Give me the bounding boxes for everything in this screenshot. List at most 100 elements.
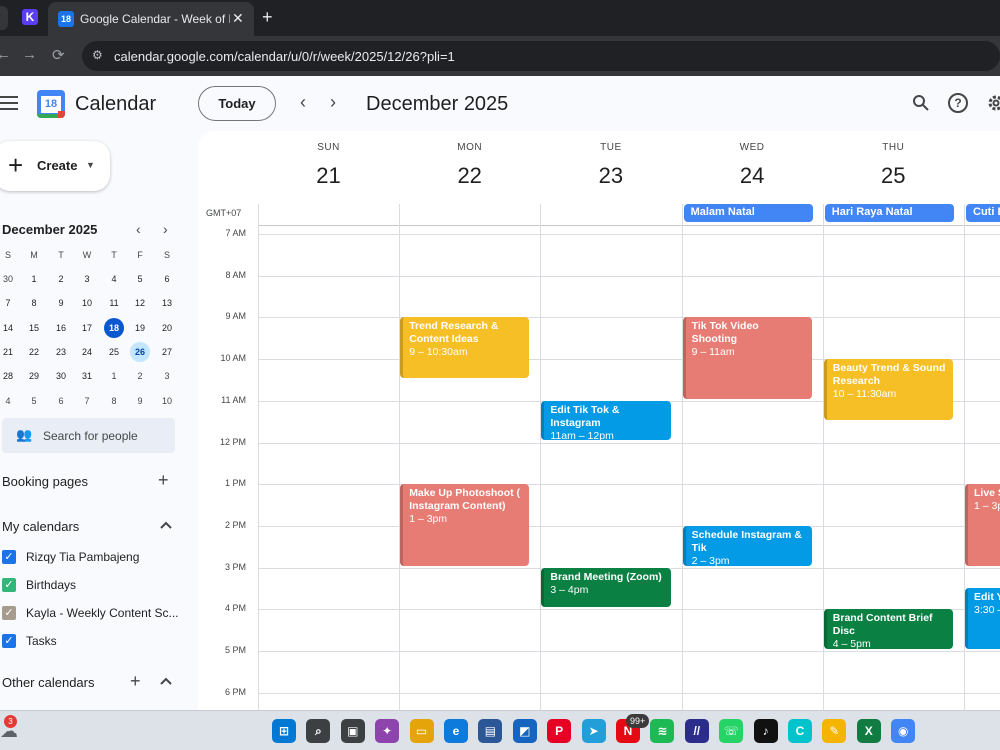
- mini-next-month-icon[interactable]: ›: [163, 221, 168, 237]
- site-settings-icon[interactable]: ⚙: [92, 48, 103, 62]
- calendar-event[interactable]: Make Up Photoshoot ( Instagram Content) 1…: [400, 484, 530, 566]
- calendar-event[interactable]: Beauty Trend & Sound Research 10 – 11:30a…: [823, 359, 953, 420]
- mini-calendar-day[interactable]: 11: [104, 293, 124, 313]
- mini-calendar-day[interactable]: 19: [130, 318, 150, 338]
- mini-calendar-day[interactable]: 31: [77, 366, 97, 386]
- mini-calendar-day[interactable]: 21: [0, 342, 18, 362]
- calendar-event[interactable]: Tik Tok Video Shooting 9 – 11am: [682, 317, 812, 399]
- day-number[interactable]: 23: [540, 163, 681, 189]
- mini-calendar-day[interactable]: 30: [51, 366, 71, 386]
- day-number[interactable]: 22: [399, 163, 540, 189]
- spotify-icon[interactable]: ≋: [650, 719, 675, 743]
- calendar-event[interactable]: Edit Y3:30 –: [965, 588, 1000, 649]
- mini-calendar-day[interactable]: 4: [0, 391, 18, 411]
- mini-calendar-day[interactable]: 23: [51, 342, 71, 362]
- tiktok-icon[interactable]: ♪: [753, 719, 778, 743]
- previous-tab[interactable]: [0, 6, 8, 30]
- back-icon[interactable]: ←: [0, 46, 11, 63]
- mini-calendar-day[interactable]: 15: [24, 318, 44, 338]
- url-bar[interactable]: ⚙ calendar.google.com/calendar/u/0/r/wee…: [82, 41, 1000, 71]
- mini-calendar-day[interactable]: 5: [24, 391, 44, 411]
- my-calendars-title[interactable]: My calendars: [2, 519, 79, 534]
- allday-event[interactable]: Hari Raya Natal: [824, 204, 954, 222]
- mini-calendar-day[interactable]: 5: [130, 269, 150, 289]
- search-icon[interactable]: [912, 94, 930, 112]
- mini-calendar-day[interactable]: 7: [77, 391, 97, 411]
- day-number[interactable]: 21: [258, 163, 399, 189]
- main-menu-icon[interactable]: [0, 96, 18, 114]
- calendar-checkbox-icon[interactable]: ✓: [2, 606, 16, 620]
- windows-start-icon[interactable]: ⊞: [272, 719, 296, 743]
- create-button[interactable]: + Create ▼: [0, 141, 110, 191]
- mini-calendar-day[interactable]: 13: [157, 293, 177, 313]
- mini-calendar-day[interactable]: 2: [51, 269, 71, 289]
- calendar-tab[interactable]: 18 Google Calendar - Week of Dec ✕: [48, 2, 254, 36]
- today-button[interactable]: Today: [198, 86, 276, 121]
- pinterest-icon[interactable]: P: [547, 719, 572, 743]
- mini-calendar-day[interactable]: 9: [51, 293, 71, 313]
- task-view-icon[interactable]: ▣: [340, 719, 365, 743]
- whatsapp-icon[interactable]: ☏: [719, 719, 744, 743]
- telegram-icon[interactable]: ➤: [581, 719, 606, 743]
- mini-calendar-day[interactable]: 14: [0, 318, 18, 338]
- mini-calendar-day[interactable]: 7: [0, 293, 18, 313]
- mini-calendar-day[interactable]: 10: [157, 391, 177, 411]
- search-people-input[interactable]: 👥 Search for people: [2, 418, 175, 453]
- mini-calendar-day[interactable]: 6: [51, 391, 71, 411]
- mini-calendar-day[interactable]: 1: [24, 269, 44, 289]
- mini-calendar-day[interactable]: 27: [157, 342, 177, 362]
- mini-prev-month-icon[interactable]: ‹: [136, 221, 141, 237]
- tab-close-icon[interactable]: ✕: [232, 10, 244, 27]
- mini-calendar-day[interactable]: 8: [24, 293, 44, 313]
- calendar-event[interactable]: Brand Meeting (Zoom) 3 – 4pm: [541, 567, 671, 608]
- mini-calendar-day[interactable]: 8: [104, 391, 124, 411]
- excel-icon[interactable]: X: [856, 719, 881, 743]
- mini-calendar-day[interactable]: 2: [130, 366, 150, 386]
- notes-icon[interactable]: ✎: [822, 719, 847, 743]
- mini-calendar-day[interactable]: 3: [157, 366, 177, 386]
- other-calendars-title[interactable]: Other calendars: [2, 675, 95, 690]
- allday-event[interactable]: Cuti B: [966, 204, 1000, 222]
- calendar-checkbox-icon[interactable]: ✓: [2, 550, 16, 564]
- mini-calendar-day[interactable]: 6: [157, 269, 177, 289]
- mini-calendar-day[interactable]: 1: [104, 366, 124, 386]
- mini-calendar-day[interactable]: 4: [104, 269, 124, 289]
- chevron-up-icon[interactable]: [159, 520, 173, 530]
- mini-calendar-day[interactable]: 17: [77, 318, 97, 338]
- day-number[interactable]: 26: [964, 163, 1000, 189]
- calendar-event[interactable]: Brand Content Brief Disc 4 – 5pm: [823, 609, 953, 649]
- url-text[interactable]: calendar.google.com/calendar/u/0/r/week/…: [114, 49, 455, 64]
- settings-gear-icon[interactable]: [986, 93, 1000, 113]
- new-tab-button[interactable]: +: [262, 7, 273, 28]
- store-icon[interactable]: ▤: [478, 719, 503, 743]
- calendar-checkbox-icon[interactable]: ✓: [2, 634, 16, 648]
- capcut-icon[interactable]: ◩: [512, 719, 537, 743]
- mini-calendar-day[interactable]: 20: [157, 318, 177, 338]
- mini-calendar-day[interactable]: 29: [24, 366, 44, 386]
- mini-calendar-day[interactable]: 10: [77, 293, 97, 313]
- file-explorer-icon[interactable]: ▭: [409, 719, 434, 743]
- reload-icon[interactable]: ⟳: [52, 46, 65, 64]
- search-icon[interactable]: ⌕: [306, 719, 331, 743]
- calendar-event[interactable]: Schedule Instagram & Tik 2 – 3pm: [682, 525, 812, 566]
- calendar-event[interactable]: Trend Research & Content Ideas 9 – 10:30a…: [400, 317, 530, 378]
- mini-calendar-day[interactable]: 9: [130, 391, 150, 411]
- add-other-calendar-icon[interactable]: +: [130, 671, 141, 692]
- chevron-up-icon[interactable]: [159, 676, 173, 686]
- mini-calendar-day[interactable]: 28: [0, 366, 18, 386]
- mini-calendar-day[interactable]: 25: [104, 342, 124, 362]
- day-number[interactable]: 25: [823, 163, 964, 189]
- calendar-event[interactable]: Edit Tik Tok & Instagram 11am – 12pm: [541, 400, 671, 441]
- mini-calendar-day[interactable]: 22: [24, 342, 44, 362]
- allday-event[interactable]: Malam Natal: [683, 204, 813, 222]
- next-week-icon[interactable]: ›: [330, 92, 336, 113]
- mini-calendar-day[interactable]: 3: [77, 269, 97, 289]
- mini-calendar-day[interactable]: 12: [130, 293, 150, 313]
- day-number[interactable]: 24: [682, 163, 823, 189]
- mini-calendar-day[interactable]: 26: [130, 341, 150, 362]
- linear-icon[interactable]: //: [684, 719, 709, 743]
- add-booking-page-icon[interactable]: +: [158, 470, 169, 491]
- canva-icon[interactable]: C: [788, 719, 812, 743]
- calendar-checkbox-icon[interactable]: ✓: [2, 578, 16, 592]
- mini-calendar-day[interactable]: 30: [0, 269, 18, 289]
